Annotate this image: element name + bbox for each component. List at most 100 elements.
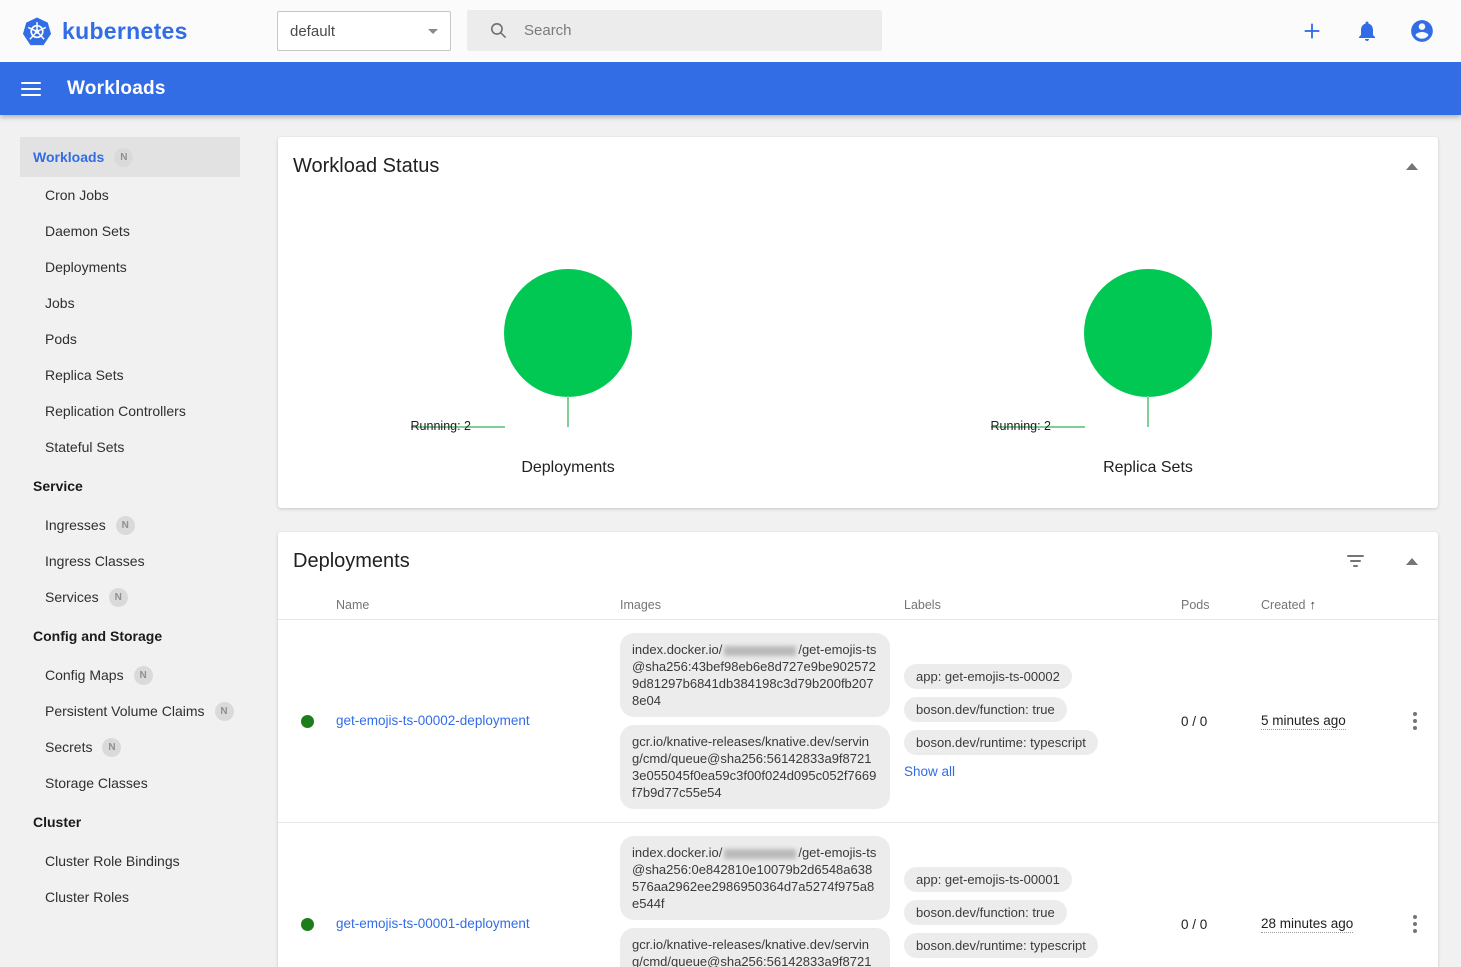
- chart-callout-label: Running: 2: [991, 419, 1051, 433]
- label-chip: boson.dev/function: true: [904, 900, 1067, 925]
- sidebar-item-cron-jobs[interactable]: Cron Jobs: [20, 177, 240, 213]
- sidebar-item-replica-sets[interactable]: Replica Sets: [20, 357, 240, 393]
- search-icon: [489, 21, 508, 40]
- column-header-labels[interactable]: Labels: [904, 598, 1181, 612]
- status-running-icon: [301, 715, 314, 728]
- status-chart-deployments: Running: 2Deployments: [278, 195, 858, 477]
- image-chip: gcr.io/knative-releases/knative.dev/serv…: [620, 928, 890, 967]
- labels-cell: app: get-emojis-ts-00002boson.dev/functi…: [904, 664, 1181, 779]
- sidebar-label: Daemon Sets: [45, 223, 130, 239]
- workload-status-card: Workload Status Running: 2DeploymentsRun…: [278, 137, 1438, 508]
- row-actions-menu-button[interactable]: [1392, 708, 1438, 734]
- chart-title: Replica Sets: [1103, 459, 1193, 477]
- sidebar-item-workloads[interactable]: Workloads N: [20, 137, 240, 177]
- pie-chart: [1084, 269, 1212, 397]
- actions-cell: [1386, 911, 1438, 937]
- sidebar-section-config-and-storage: Config and Storage: [20, 615, 240, 657]
- create-plus-button[interactable]: [1299, 18, 1325, 44]
- show-all-link[interactable]: Show all: [904, 764, 955, 779]
- sidebar-item-config-maps[interactable]: Config Maps N: [20, 657, 240, 693]
- sidebar-label: Ingresses: [45, 517, 106, 533]
- callout-line-vertical: [1147, 396, 1149, 427]
- sidebar-item-cluster-role-bindings[interactable]: Cluster Role Bindings: [20, 843, 240, 879]
- sidebar-item-pods[interactable]: Pods: [20, 321, 240, 357]
- label-chip: boson.dev/runtime: typescript: [904, 933, 1098, 958]
- labels-cell: app: get-emojis-ts-00001boson.dev/functi…: [904, 867, 1181, 967]
- label-chip: app: get-emojis-ts-00002: [904, 664, 1072, 689]
- name-cell: get-emojis-ts-00002-deployment: [336, 712, 620, 730]
- sidebar-label: Replica Sets: [45, 367, 124, 383]
- deployment-name-link[interactable]: get-emojis-ts-00002-deployment: [336, 713, 530, 728]
- topbar-actions: [1299, 0, 1435, 62]
- sidebar-item-deployments[interactable]: Deployments: [20, 249, 240, 285]
- name-cell: get-emojis-ts-00001-deployment: [336, 915, 620, 933]
- sidebar-label: Pods: [45, 331, 77, 347]
- sidebar-section-cluster: Cluster: [20, 801, 240, 843]
- account-circle-icon: [1409, 18, 1435, 44]
- image-chip: index.docker.io//get-emojis-ts@sha256:43…: [620, 633, 890, 717]
- namespaced-badge: N: [134, 666, 153, 685]
- pods-cell: 0 / 0: [1181, 917, 1261, 932]
- kubernetes-logo-icon: [22, 17, 52, 46]
- column-header-name[interactable]: Name: [336, 598, 620, 612]
- namespace-selector[interactable]: default: [277, 11, 451, 51]
- filter-icon[interactable]: [1343, 551, 1368, 571]
- image-chip: index.docker.io//get-emojis-ts@sha256:0e…: [620, 836, 890, 920]
- kubernetes-logo-link[interactable]: kubernetes: [22, 17, 188, 46]
- menu-hamburger-button[interactable]: [21, 82, 41, 96]
- column-header-images[interactable]: Images: [620, 598, 904, 612]
- sidebar-item-ingress-classes[interactable]: Ingress Classes: [20, 543, 240, 579]
- sidebar-label: Service: [33, 478, 83, 494]
- sidebar-item-persistent-volume-claims[interactable]: Persistent Volume Claims N: [20, 693, 240, 729]
- column-header-pods[interactable]: Pods: [1181, 598, 1261, 612]
- notifications-bell-icon: [1355, 19, 1379, 43]
- sidebar-item-daemon-sets[interactable]: Daemon Sets: [20, 213, 240, 249]
- status-cell: [278, 918, 336, 931]
- namespaced-badge: N: [215, 702, 234, 721]
- sidebar-label: Storage Classes: [45, 775, 148, 791]
- status-chart-replica-sets: Running: 2 Replica Sets: [858, 195, 1438, 477]
- sidebar-label: Stateful Sets: [45, 439, 124, 455]
- sidebar-item-replication-controllers[interactable]: Replication Controllers: [20, 393, 240, 429]
- sidebar-label: Config Maps: [45, 667, 124, 683]
- sidebar-item-jobs[interactable]: Jobs: [20, 285, 240, 321]
- table-row: get-emojis-ts-00001-deployment index.dock…: [278, 823, 1438, 967]
- sidebar-label: Persistent Volume Claims: [45, 703, 205, 719]
- search-input[interactable]: [524, 22, 882, 39]
- column-header-created[interactable]: Created↑: [1261, 597, 1386, 612]
- search-bar: [467, 10, 882, 51]
- account-button[interactable]: [1409, 18, 1435, 44]
- callout-line-vertical: [567, 396, 569, 427]
- sidebar-item-services[interactable]: ServicesN: [20, 579, 240, 615]
- sidebar-item-cluster-roles[interactable]: Cluster Roles: [20, 879, 240, 915]
- deployments-title: Deployments: [293, 550, 410, 573]
- chevron-down-icon: [428, 29, 438, 34]
- redacted-text: [724, 849, 796, 859]
- plus-icon: [1301, 20, 1323, 42]
- sidebar-label: Replication Controllers: [45, 403, 186, 419]
- namespaced-badge: N: [102, 738, 121, 757]
- deployments-card: Deployments Name Images Labels Pods Crea…: [278, 532, 1438, 967]
- namespaced-badge: N: [116, 516, 135, 535]
- sidebar-item-storage-classes[interactable]: Storage Classes: [20, 765, 240, 801]
- chart-callout-label: Running: 2: [411, 419, 471, 433]
- sidebar-item-stateful-sets[interactable]: Stateful Sets: [20, 429, 240, 465]
- row-actions-menu-button[interactable]: [1392, 911, 1438, 937]
- top-header: kubernetes default: [0, 0, 1461, 62]
- sidebar-item-secrets[interactable]: SecretsN: [20, 729, 240, 765]
- collapse-card-button[interactable]: [1406, 163, 1418, 170]
- deployment-name-link[interactable]: get-emojis-ts-00001-deployment: [336, 916, 530, 931]
- collapse-card-button[interactable]: [1406, 558, 1418, 565]
- created-ago: 5 minutes ago: [1261, 713, 1346, 730]
- notifications-button[interactable]: [1354, 18, 1380, 44]
- workload-status-title: Workload Status: [293, 155, 439, 178]
- created-cell: 28 minutes ago: [1261, 915, 1386, 933]
- created-ago: 28 minutes ago: [1261, 916, 1353, 933]
- namespaced-badge: N: [114, 148, 133, 167]
- main-content: Workload Status Running: 2DeploymentsRun…: [278, 115, 1438, 967]
- table-header-row: Name Images Labels Pods Created↑: [278, 590, 1438, 620]
- sidebar-label: Workloads: [33, 149, 104, 165]
- sidebar-item-ingresses[interactable]: Ingresses N: [20, 507, 240, 543]
- label-chip: boson.dev/runtime: typescript: [904, 730, 1098, 755]
- sidebar-section-service: Service: [20, 465, 240, 507]
